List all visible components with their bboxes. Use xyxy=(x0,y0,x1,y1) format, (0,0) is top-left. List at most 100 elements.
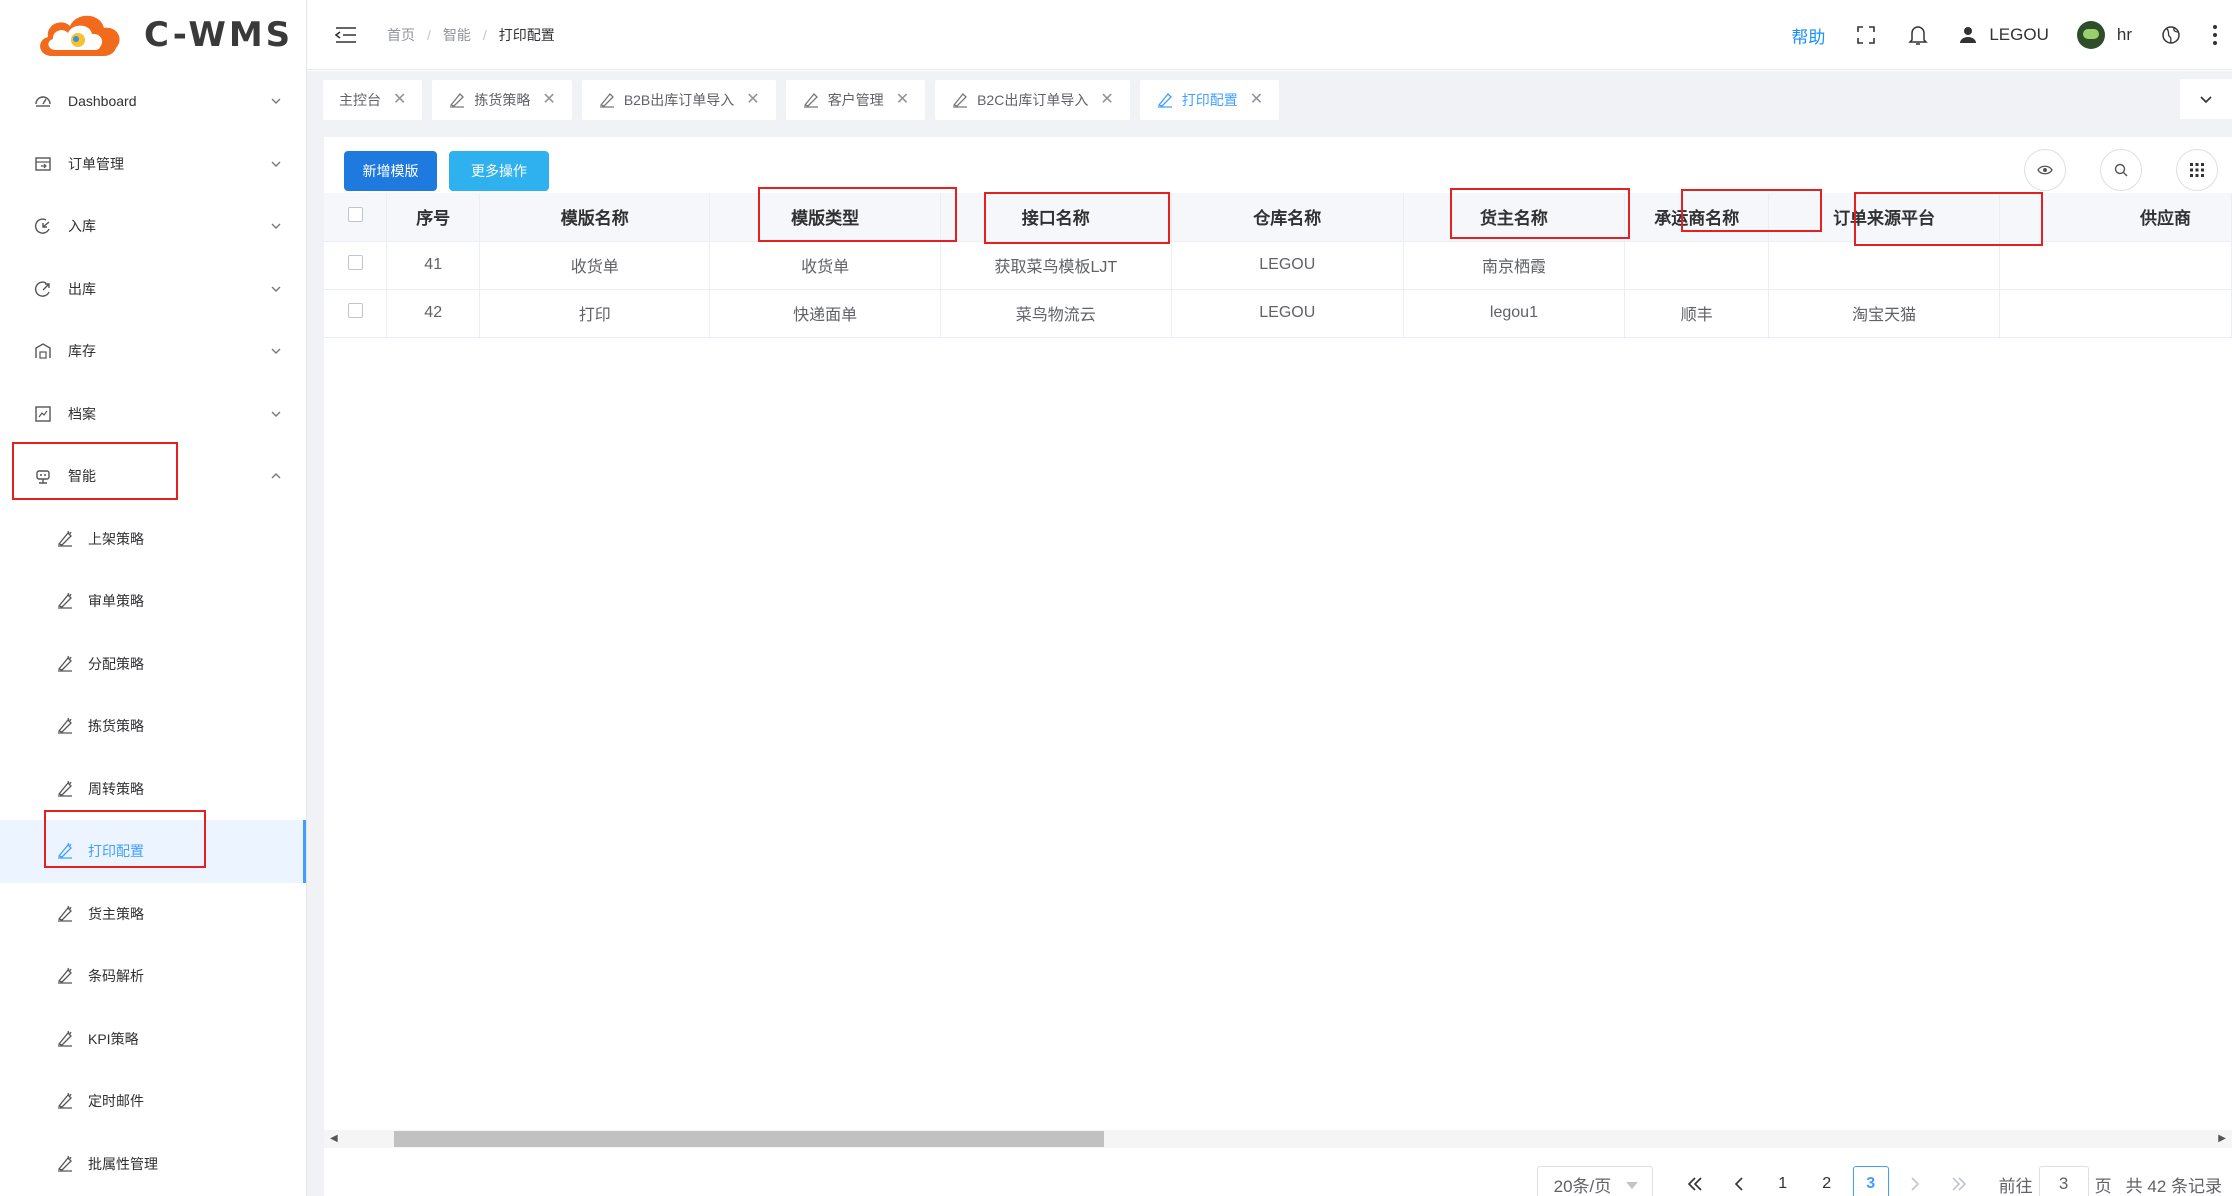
logo[interactable]: C-WMS xyxy=(0,0,306,70)
table-cell: 南京栖霞 xyxy=(1403,241,1626,290)
page-size-select[interactable]: 20条/页 xyxy=(1536,1166,1653,1196)
sidebar: C-WMS Dashboard 订单管理 入库 出库 库存 档案 智能 上架策略… xyxy=(0,0,307,1196)
tab-print-config[interactable]: 打印配置 ✕ xyxy=(1139,79,1280,120)
menu-inbound[interactable]: 入库 xyxy=(0,195,306,258)
column-header[interactable]: 模版名称 xyxy=(479,193,711,242)
submenu-batch-attr[interactable]: 批属性管理 xyxy=(0,1133,306,1196)
columns-button[interactable] xyxy=(2176,149,2218,191)
horizontal-scrollbar[interactable]: ◀ ▶ xyxy=(324,1130,2232,1148)
close-icon[interactable]: ✕ xyxy=(1250,91,1263,108)
column-header[interactable]: 供应商 xyxy=(1999,193,2232,242)
breadcrumb-home[interactable]: 首页 xyxy=(387,25,415,45)
submenu-turnover-strategy[interactable]: 周转策略 xyxy=(0,758,306,821)
page-size-value: 20条/页 xyxy=(1553,1176,1612,1196)
tab-b2c-import[interactable]: B2C出库订单导入 ✕ xyxy=(935,79,1130,120)
submenu-label: KPI策略 xyxy=(88,1030,139,1047)
fullscreen-icon[interactable] xyxy=(1855,24,1877,46)
bell-icon[interactable] xyxy=(1907,24,1929,46)
tabs-dropdown[interactable] xyxy=(2180,79,2232,119)
submenu-allocation-strategy[interactable]: 分配策略 xyxy=(0,633,306,696)
column-header[interactable]: 序号 xyxy=(386,193,481,242)
menu-smart[interactable]: 智能 xyxy=(0,445,306,508)
column-header[interactable]: 仓库名称 xyxy=(1171,193,1404,242)
row-checkbox[interactable] xyxy=(347,255,363,270)
strategy-icon xyxy=(56,905,74,923)
menu-toggle-icon[interactable] xyxy=(335,25,357,45)
tab-label: 客户管理 xyxy=(827,91,884,108)
select-all-cell[interactable] xyxy=(324,193,388,242)
top-header: 首页 / 智能 / 打印配置 帮助 LEGOU hr xyxy=(307,0,2232,70)
account-menu[interactable]: hr xyxy=(2076,21,2132,49)
more-vert-icon[interactable] xyxy=(2212,25,2218,45)
table-row[interactable]: 42 打印 快递面单 菜鸟物流云 LEGOU legou1 顺丰 淘宝天猫 xyxy=(324,289,2232,338)
scroll-right-icon[interactable]: ▶ xyxy=(2218,1133,2226,1144)
search-button[interactable] xyxy=(2100,149,2142,191)
submenu-putaway-strategy[interactable]: 上架策略 xyxy=(0,508,306,571)
breadcrumb-separator: / xyxy=(482,26,487,43)
close-icon[interactable]: ✕ xyxy=(542,91,555,108)
chevron-down-icon xyxy=(271,98,281,105)
column-header[interactable]: 货主名称 xyxy=(1403,193,1626,242)
tab-customer-management[interactable]: 客户管理 ✕ xyxy=(785,79,926,120)
submenu-scheduled-mail[interactable]: 定时邮件 xyxy=(0,1070,306,1133)
content-panel: 新增模版 更多操作 序号 模版名称 模版类型 接口名称 仓库名称 货主名称 承运… xyxy=(324,137,2232,1196)
strategy-icon xyxy=(56,967,74,985)
prev-page-icon[interactable] xyxy=(1721,1166,1757,1196)
tab-label: B2C出库订单导入 xyxy=(977,91,1089,108)
globe-icon[interactable] xyxy=(2160,24,2182,46)
user-menu[interactable]: LEGOU xyxy=(1959,25,2049,45)
close-icon[interactable]: ✕ xyxy=(746,91,759,108)
table-cell: 菜鸟物流云 xyxy=(940,289,1172,338)
add-template-button[interactable]: 新增模版 xyxy=(344,151,437,191)
strategy-icon xyxy=(56,780,74,798)
first-page-icon[interactable] xyxy=(1677,1166,1713,1196)
submenu-audit-strategy[interactable]: 审单策略 xyxy=(0,570,306,633)
column-header[interactable]: 订单来源平台 xyxy=(1768,193,2000,242)
table-row[interactable]: 41 收货单 收货单 获取菜鸟模板LJT LEGOU 南京栖霞 xyxy=(324,241,2232,290)
menu-inventory[interactable]: 库存 xyxy=(0,320,306,383)
submenu-picking-strategy[interactable]: 拣货策略 xyxy=(0,695,306,758)
row-select-cell[interactable] xyxy=(324,289,388,338)
strategy-icon xyxy=(802,91,820,109)
menu-dashboard[interactable]: Dashboard xyxy=(0,70,306,133)
row-select-cell[interactable] xyxy=(324,241,388,290)
more-actions-button[interactable]: 更多操作 xyxy=(449,151,549,191)
close-icon[interactable]: ✕ xyxy=(393,91,406,108)
submenu-owner-strategy[interactable]: 货主策略 xyxy=(0,883,306,946)
submenu-label: 定时邮件 xyxy=(88,1093,144,1110)
table-header-row: 序号 模版名称 模版类型 接口名称 仓库名称 货主名称 承运商名称 订单来源平台… xyxy=(324,193,2232,242)
view-toggle-button[interactable] xyxy=(2024,149,2066,191)
menu-orders[interactable]: 订单管理 xyxy=(0,133,306,196)
page-1[interactable]: 1 xyxy=(1765,1166,1801,1196)
menu-outbound[interactable]: 出库 xyxy=(0,258,306,321)
archive-icon xyxy=(34,405,52,423)
tab-dashboard[interactable]: 主控台 ✕ xyxy=(323,79,423,120)
last-page-icon[interactable] xyxy=(1941,1166,1977,1196)
scroll-left-icon[interactable]: ◀ xyxy=(330,1133,338,1144)
tab-label: 主控台 xyxy=(339,91,381,108)
page-3[interactable]: 3 xyxy=(1852,1166,1889,1196)
submenu-label: 条码解析 xyxy=(88,968,144,985)
submenu-barcode-parse[interactable]: 条码解析 xyxy=(0,945,306,1008)
help-link[interactable]: 帮助 xyxy=(1791,23,1825,48)
row-checkbox[interactable] xyxy=(347,303,363,318)
tab-picking-strategy[interactable]: 拣货策略 ✕ xyxy=(432,79,572,120)
breadcrumb-smart[interactable]: 智能 xyxy=(443,25,471,45)
column-header[interactable]: 承运商名称 xyxy=(1624,193,1770,242)
table-cell xyxy=(1999,289,2232,338)
tab-b2b-import[interactable]: B2B出库订单导入 ✕ xyxy=(581,79,776,120)
submenu-print-config[interactable]: 打印配置 xyxy=(0,820,306,883)
goto-page-input[interactable]: 3 xyxy=(2038,1166,2089,1196)
column-header[interactable]: 模版类型 xyxy=(709,193,941,242)
next-page-icon[interactable] xyxy=(1897,1166,1933,1196)
menu-label: 订单管理 xyxy=(68,155,124,172)
column-header[interactable]: 接口名称 xyxy=(940,193,1172,242)
page-2[interactable]: 2 xyxy=(1809,1166,1845,1196)
submenu-kpi-strategy[interactable]: KPI策略 xyxy=(0,1008,306,1071)
close-icon[interactable]: ✕ xyxy=(1100,91,1113,108)
select-all-checkbox[interactable] xyxy=(347,206,363,222)
strategy-icon xyxy=(448,91,466,109)
scrollbar-thumb[interactable] xyxy=(394,1131,1104,1147)
close-icon[interactable]: ✕ xyxy=(896,91,909,108)
menu-archive[interactable]: 档案 xyxy=(0,383,306,446)
